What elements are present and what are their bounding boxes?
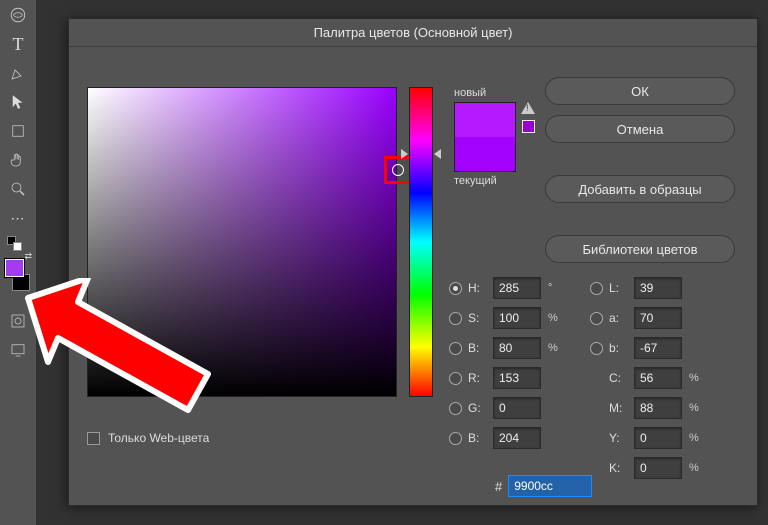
label-k: K: bbox=[609, 461, 631, 475]
web-colors-label: Только Web-цвета bbox=[108, 431, 209, 445]
input-a[interactable] bbox=[634, 307, 682, 329]
input-r[interactable] bbox=[493, 367, 541, 389]
unit-m: % bbox=[689, 402, 707, 414]
label-r: R: bbox=[468, 371, 490, 385]
input-y[interactable] bbox=[634, 427, 682, 449]
label-y: Y: bbox=[609, 431, 631, 445]
radio-g[interactable] bbox=[449, 402, 462, 415]
preview-swatch[interactable] bbox=[454, 102, 516, 172]
hue-slider[interactable] bbox=[409, 87, 433, 397]
default-colors-icon[interactable] bbox=[7, 236, 29, 250]
brain-tool-icon[interactable] bbox=[7, 4, 29, 26]
unit-k: % bbox=[689, 462, 707, 474]
cancel-button[interactable]: Отмена bbox=[545, 115, 735, 143]
label-b2: B: bbox=[468, 431, 490, 445]
color-preview: новый текущий bbox=[454, 87, 516, 187]
color-values-grid: H: ° L: S: % a: B: % b: bbox=[449, 277, 759, 479]
color-picker-dialog: Палитра цветов (Основной цвет) новый тек… bbox=[68, 18, 758, 506]
radio-a[interactable] bbox=[590, 312, 603, 325]
label-m: M: bbox=[609, 401, 631, 415]
radio-s[interactable] bbox=[449, 312, 462, 325]
unit-bv: % bbox=[548, 342, 566, 354]
shape-tool-icon[interactable] bbox=[7, 120, 29, 142]
input-g[interactable] bbox=[493, 397, 541, 419]
unit-s: % bbox=[548, 312, 566, 324]
label-b: b: bbox=[609, 341, 631, 355]
preview-current-label: текущий bbox=[454, 175, 516, 187]
input-l[interactable] bbox=[634, 277, 682, 299]
path-select-tool-icon[interactable] bbox=[7, 91, 29, 113]
hue-slider-thumb-left[interactable] bbox=[401, 149, 408, 159]
main-toolbar: T ⋯ ⇄ bbox=[0, 0, 36, 525]
color-libraries-button[interactable]: Библиотеки цветов bbox=[545, 235, 735, 263]
quickmask-icon[interactable] bbox=[7, 310, 29, 332]
pen-tool-icon[interactable] bbox=[7, 62, 29, 84]
hex-row: # bbox=[495, 475, 592, 497]
radio-r[interactable] bbox=[449, 372, 462, 385]
unit-c: % bbox=[689, 372, 707, 384]
color-field[interactable] bbox=[87, 87, 397, 397]
color-field-marker[interactable] bbox=[384, 156, 412, 184]
screenmode-icon[interactable] bbox=[7, 339, 29, 361]
hex-label: # bbox=[495, 479, 502, 494]
foreground-swatch[interactable] bbox=[5, 259, 24, 277]
label-s: S: bbox=[468, 311, 490, 325]
input-s[interactable] bbox=[493, 307, 541, 329]
hand-tool-icon[interactable] bbox=[7, 149, 29, 171]
hex-input[interactable] bbox=[508, 475, 592, 497]
swap-colors-icon[interactable]: ⇄ bbox=[24, 251, 32, 262]
dialog-buttons: ОК Отмена Добавить в образцы Библиотеки … bbox=[545, 77, 735, 263]
radio-bv[interactable] bbox=[449, 342, 462, 355]
radio-l[interactable] bbox=[590, 282, 603, 295]
unit-y: % bbox=[689, 432, 707, 444]
hue-slider-thumb-right[interactable] bbox=[434, 149, 441, 159]
input-h[interactable] bbox=[493, 277, 541, 299]
text-tool-icon[interactable]: T bbox=[7, 33, 29, 55]
input-k[interactable] bbox=[634, 457, 682, 479]
input-m[interactable] bbox=[634, 397, 682, 419]
input-bv[interactable] bbox=[493, 337, 541, 359]
label-bv: B: bbox=[468, 341, 490, 355]
websafe-swatch-icon[interactable] bbox=[522, 120, 535, 133]
radio-b[interactable] bbox=[590, 342, 603, 355]
unit-h: ° bbox=[548, 282, 566, 294]
label-h: H: bbox=[468, 281, 490, 295]
zoom-tool-icon[interactable] bbox=[7, 178, 29, 200]
gamut-warning-icon[interactable] bbox=[521, 102, 535, 114]
label-a: a: bbox=[609, 311, 631, 325]
input-b[interactable] bbox=[634, 337, 682, 359]
radio-b2[interactable] bbox=[449, 432, 462, 445]
input-b2[interactable] bbox=[493, 427, 541, 449]
label-g: G: bbox=[468, 401, 490, 415]
input-c[interactable] bbox=[634, 367, 682, 389]
label-l: L: bbox=[609, 281, 631, 295]
ok-button[interactable]: ОК bbox=[545, 77, 735, 105]
web-colors-checkbox[interactable] bbox=[87, 432, 100, 445]
dialog-title: Палитра цветов (Основной цвет) bbox=[69, 19, 757, 47]
color-swatches[interactable]: ⇄ bbox=[5, 261, 31, 291]
web-colors-checkbox-row: Только Web-цвета bbox=[87, 431, 209, 445]
label-c: C: bbox=[609, 371, 631, 385]
more-tools-icon[interactable]: ⋯ bbox=[7, 207, 29, 229]
preview-new-label: новый bbox=[454, 87, 516, 99]
radio-h[interactable] bbox=[449, 282, 462, 295]
add-to-swatches-button[interactable]: Добавить в образцы bbox=[545, 175, 735, 203]
